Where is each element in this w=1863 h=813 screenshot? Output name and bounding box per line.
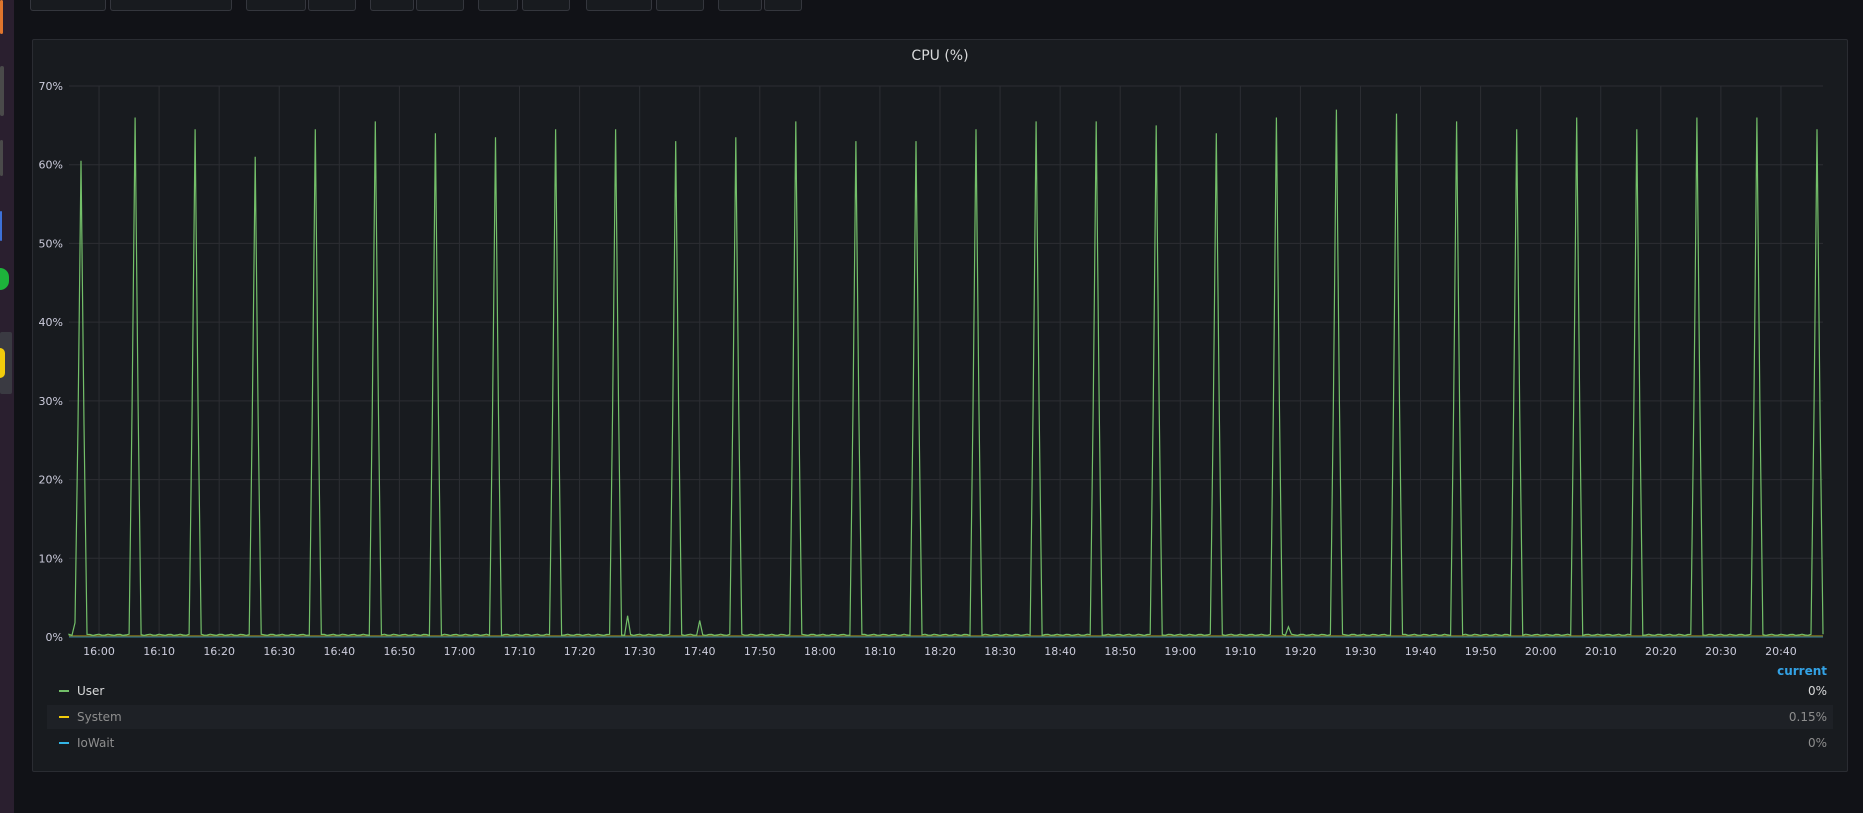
legend-label: System: [77, 710, 122, 724]
x-tick-label: 18:40: [1044, 645, 1076, 658]
variable-box[interactable]: [478, 0, 518, 11]
sidebar-marker-blue[interactable]: [0, 211, 2, 241]
series-line-user: [68, 109, 1824, 637]
variable-box[interactable]: [30, 0, 106, 11]
y-gridlines: [69, 85, 1823, 638]
x-tick-label: 18:00: [804, 645, 836, 658]
cpu-line-chart[interactable]: 0%10%20%30%40%50%60%70% 16:00 16:10 16:20 1…: [33, 40, 1847, 771]
cpu-panel: CPU (%) 0% 10% 20% 30% 40% 50% 60% 70% 16:00 16:…: [32, 39, 1848, 772]
x-tick-label: 19:10: [1224, 645, 1256, 658]
x-tick-label: 17:00: [444, 645, 476, 658]
legend-item-iowait[interactable]: IoWait 0%: [47, 731, 1833, 755]
x-tick-label: 20:00: [1525, 645, 1557, 658]
sidebar-marker-orange[interactable]: [0, 0, 3, 34]
legend-label: User: [77, 684, 105, 698]
x-tick-label: 16:20: [203, 645, 235, 658]
variable-box[interactable]: [416, 0, 464, 11]
legend-header-current[interactable]: current: [1777, 664, 1827, 678]
x-tick-label: 17:20: [564, 645, 596, 658]
x-tick-label: 19:20: [1285, 645, 1317, 658]
variable-box[interactable]: [370, 0, 414, 11]
x-tick-label: 20:10: [1585, 645, 1617, 658]
sidebar-marker-green[interactable]: [0, 268, 9, 290]
x-tick-label: 20:40: [1765, 645, 1797, 658]
x-tick-label: 17:50: [744, 645, 776, 658]
x-tick-label: 17:40: [684, 645, 716, 658]
variable-box[interactable]: [308, 0, 356, 11]
variable-box[interactable]: [586, 0, 652, 11]
x-tick-label: 18:30: [984, 645, 1016, 658]
x-tick-label: 16:40: [323, 645, 355, 658]
y-tick-label: 70%: [39, 80, 63, 93]
y-tick-label: 20%: [39, 474, 63, 487]
legend-value: 0%: [1807, 736, 1827, 750]
legend-swatch-system: [59, 716, 69, 718]
y-tick-label: 50%: [39, 237, 63, 250]
variable-box[interactable]: [110, 0, 232, 11]
legend-value: 0%: [1807, 684, 1827, 698]
variable-box[interactable]: [656, 0, 704, 11]
variable-box[interactable]: [246, 0, 306, 11]
variable-box[interactable]: [718, 0, 762, 11]
x-tick-label: 16:00: [83, 645, 115, 658]
variable-box[interactable]: [764, 0, 802, 11]
x-tick-label: 19:30: [1345, 645, 1377, 658]
x-tick-label: 18:10: [864, 645, 896, 658]
variable-box[interactable]: [522, 0, 570, 11]
x-tick-label: 16:50: [384, 645, 416, 658]
legend-label: IoWait: [77, 736, 115, 750]
sidebar-marker-gray-2[interactable]: [0, 140, 3, 176]
legend-value: 0.15%: [1788, 710, 1827, 724]
x-tick-label: 19:40: [1405, 645, 1437, 658]
x-tick-label: 16:30: [263, 645, 295, 658]
x-tick-label: 20:20: [1645, 645, 1677, 658]
sidebar-marker-gray[interactable]: [0, 66, 4, 116]
y-tick-label: 30%: [39, 395, 63, 408]
legend-item-user[interactable]: User 0%: [47, 679, 1833, 703]
x-axis-labels: 16:00 16:10 16:20 16:30 16:40 16:50 17:00 17:10…: [83, 645, 1797, 658]
y-tick-label: 60%: [39, 159, 63, 172]
legend-swatch-iowait: [59, 742, 69, 744]
y-tick-label: 40%: [39, 316, 63, 329]
x-tick-label: 17:30: [624, 645, 656, 658]
x-tick-label: 20:30: [1705, 645, 1737, 658]
x-tick-label: 16:10: [143, 645, 175, 658]
x-tick-label: 19:00: [1164, 645, 1196, 658]
x-tick-label: 19:50: [1465, 645, 1497, 658]
legend-swatch-user: [59, 690, 69, 692]
x-tick-label: 18:20: [924, 645, 956, 658]
legend-item-system[interactable]: System 0.15%: [47, 705, 1833, 729]
y-tick-label: 0%: [46, 631, 63, 644]
sidebar-marker-yellow: [0, 348, 5, 378]
side-menu: [0, 0, 14, 813]
x-gridlines: [98, 86, 1782, 637]
variable-bar: [30, 0, 1863, 12]
y-axis-labels: 0% 10% 20% 30% 40% 50% 60% 70%: [39, 80, 63, 644]
y-tick-label: 10%: [39, 552, 63, 565]
x-tick-label: 17:10: [504, 645, 536, 658]
x-tick-label: 18:50: [1104, 645, 1136, 658]
